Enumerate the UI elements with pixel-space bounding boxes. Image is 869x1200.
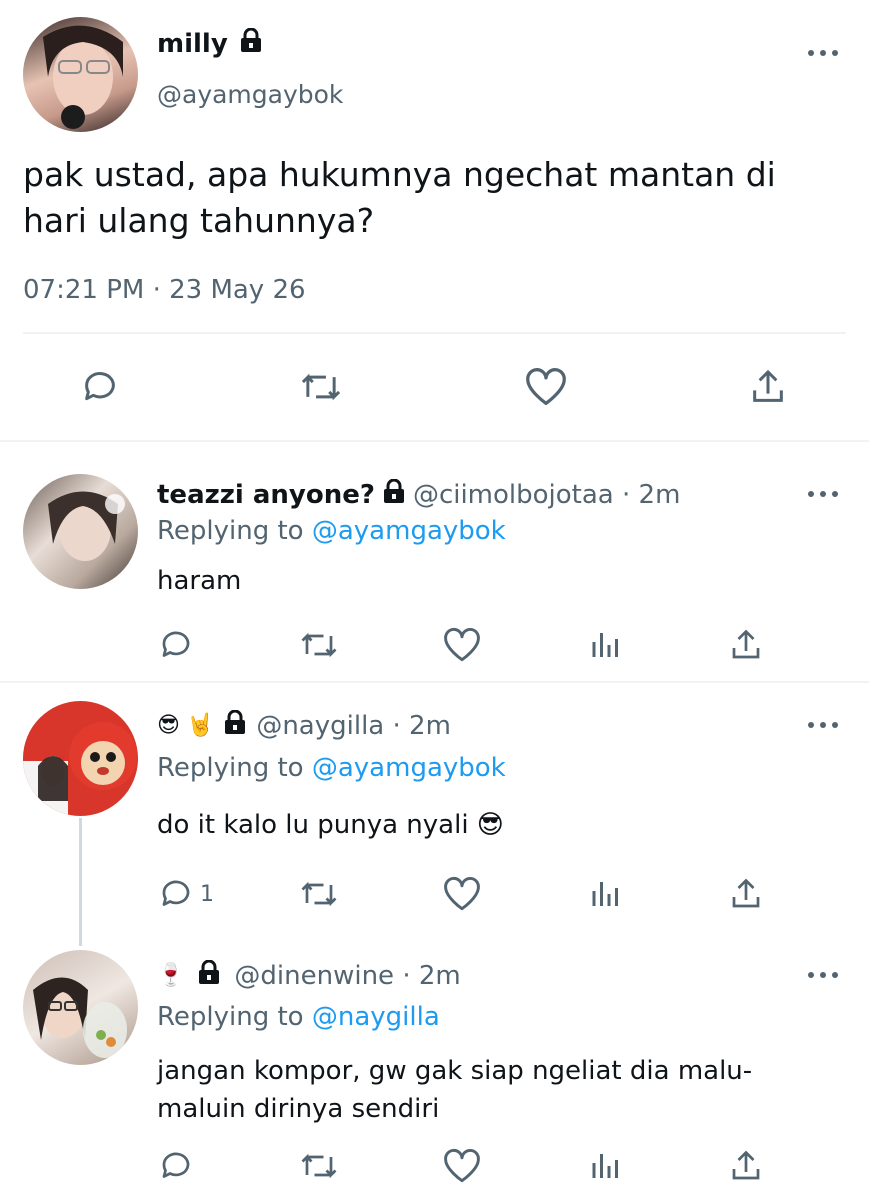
replying-to-label: Replying to bbox=[157, 1002, 304, 1032]
reply-text-line: maluin dirinya sendiri bbox=[157, 1094, 440, 1124]
reply-icon[interactable]: 1 bbox=[158, 876, 214, 912]
replying-to-link[interactable]: @ayamgaybok bbox=[312, 753, 506, 783]
section-divider bbox=[0, 440, 869, 442]
like-icon[interactable] bbox=[442, 627, 482, 663]
display-name-text[interactable]: milly bbox=[157, 29, 228, 59]
reply-text-line: jangan kompor, gw gak siap ngeliat dia m… bbox=[157, 1056, 753, 1086]
retweet-icon[interactable] bbox=[298, 876, 340, 912]
reply-icon[interactable] bbox=[158, 627, 194, 663]
reply-display-emoji[interactable]: 😎 🤘 bbox=[157, 713, 214, 738]
reply-icon[interactable] bbox=[158, 1148, 194, 1184]
reply-header: 🍷 @dinenwine · 2m bbox=[157, 959, 461, 991]
like-icon[interactable] bbox=[442, 1148, 482, 1184]
reply-handle-time[interactable]: @naygilla · 2m bbox=[256, 711, 451, 741]
more-options-icon[interactable] bbox=[808, 719, 838, 731]
reply-display-name[interactable]: teazzi anyone? bbox=[157, 480, 375, 510]
reply-display-emoji[interactable]: 🍷 bbox=[157, 963, 184, 988]
reply-text: haram bbox=[157, 566, 242, 596]
main-tweet-text-line: pak ustad, apa hukumnya ngechat mantan d… bbox=[23, 155, 776, 194]
lock-icon bbox=[383, 478, 405, 510]
more-options-icon[interactable] bbox=[808, 488, 838, 500]
main-divider bbox=[23, 332, 846, 334]
replying-to-line: Replying to @ayamgaybok bbox=[157, 753, 506, 783]
retweet-icon[interactable] bbox=[298, 1148, 340, 1184]
replying-to-label: Replying to bbox=[157, 516, 304, 546]
replying-to-link[interactable]: @naygilla bbox=[312, 1002, 440, 1032]
retweet-icon[interactable] bbox=[298, 627, 340, 663]
like-icon[interactable] bbox=[524, 367, 568, 407]
share-icon[interactable] bbox=[728, 1148, 764, 1184]
replying-to-line: Replying to @ayamgaybok bbox=[157, 516, 506, 546]
main-tweet-text: pak ustad, apa hukumnya ngechat mantan d… bbox=[23, 152, 853, 244]
main-timestamp[interactable]: 07:21 PM · 23 May 26 bbox=[23, 275, 306, 305]
section-divider bbox=[0, 681, 869, 683]
reply-count: 1 bbox=[200, 881, 214, 907]
analytics-icon[interactable] bbox=[588, 1148, 624, 1184]
share-icon[interactable] bbox=[728, 876, 764, 912]
lock-icon bbox=[198, 959, 220, 991]
reply-text: jangan kompor, gw gak siap ngeliat dia m… bbox=[157, 1052, 847, 1128]
thread-line bbox=[79, 818, 82, 946]
avatar-naygilla[interactable] bbox=[23, 701, 138, 816]
more-options-icon[interactable] bbox=[808, 969, 838, 981]
analytics-icon[interactable] bbox=[588, 627, 624, 663]
lock-icon bbox=[240, 27, 262, 59]
reply-icon[interactable] bbox=[80, 367, 120, 407]
replying-to-link[interactable]: @ayamgaybok bbox=[312, 516, 506, 546]
like-icon[interactable] bbox=[442, 876, 482, 912]
main-handle[interactable]: @ayamgaybok bbox=[157, 80, 343, 109]
lock-icon bbox=[224, 709, 246, 741]
share-icon[interactable] bbox=[748, 367, 788, 407]
avatar-teazzi[interactable] bbox=[23, 474, 138, 589]
reply-header: 😎 🤘 @naygilla · 2m bbox=[157, 709, 451, 741]
replying-to-label: Replying to bbox=[157, 753, 304, 783]
reply-text: do it kalo lu punya nyali 😎 bbox=[157, 810, 504, 840]
retweet-icon[interactable] bbox=[298, 367, 344, 407]
more-options-icon[interactable] bbox=[808, 47, 838, 59]
reply-handle-time[interactable]: @dinenwine · 2m bbox=[234, 961, 460, 991]
replying-to-line: Replying to @naygilla bbox=[157, 1002, 440, 1032]
avatar-milly[interactable] bbox=[23, 17, 138, 132]
analytics-icon[interactable] bbox=[588, 876, 624, 912]
share-icon[interactable] bbox=[728, 627, 764, 663]
main-tweet-text-line: hari ulang tahunnya? bbox=[23, 201, 375, 240]
main-display-name[interactable]: milly bbox=[157, 27, 262, 59]
reply-handle-time[interactable]: @ciimolbojotaa · 2m bbox=[413, 480, 680, 510]
reply-header: teazzi anyone? @ciimolbojotaa · 2m bbox=[157, 478, 680, 510]
avatar-dinenwine[interactable] bbox=[23, 950, 138, 1065]
